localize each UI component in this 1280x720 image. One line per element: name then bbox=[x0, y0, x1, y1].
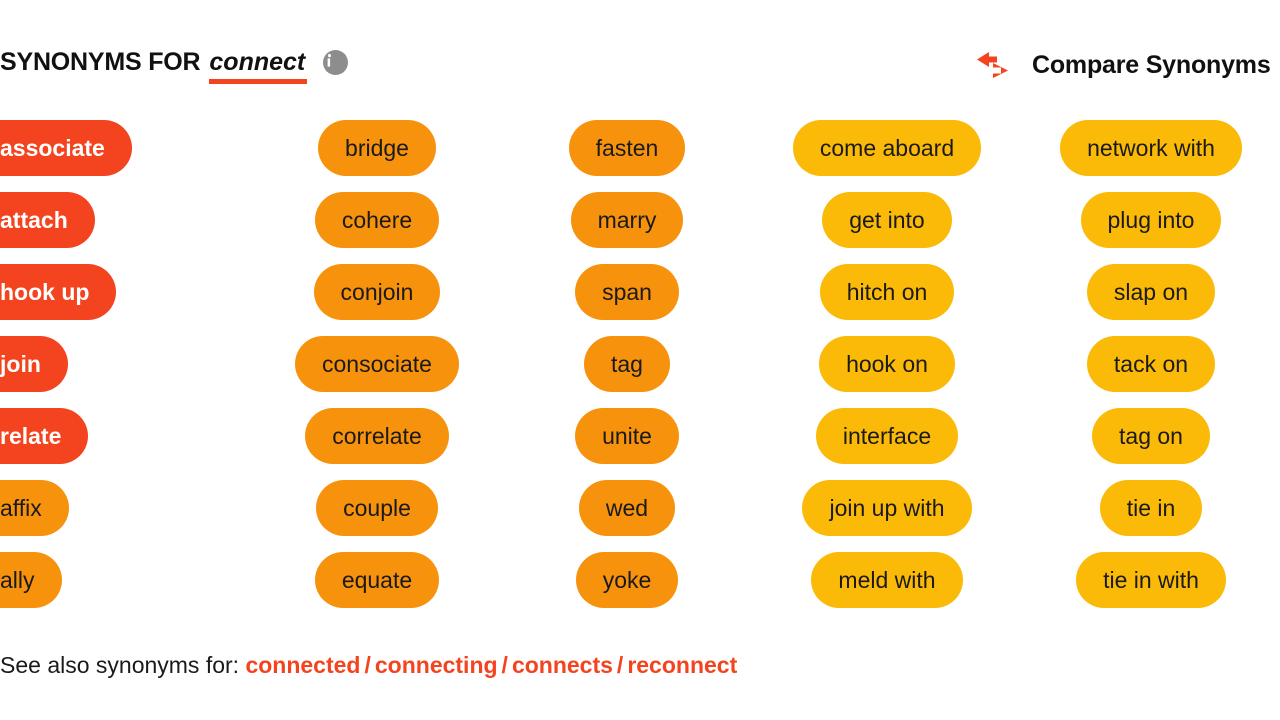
synonym-column-4: come aboard get into hitch on hook on interf… bbox=[752, 120, 1022, 624]
synonym-pill[interactable]: conjoin bbox=[313, 264, 441, 320]
see-also-link[interactable]: reconnect bbox=[627, 652, 737, 678]
synonym-pill[interactable]: consociate bbox=[295, 336, 459, 392]
synonym-pill[interactable]: tack on bbox=[1086, 336, 1216, 392]
synonym-pill[interactable]: equate bbox=[314, 552, 440, 608]
synonym-pill[interactable]: meld with bbox=[811, 552, 963, 608]
synonym-pill[interactable]: join bbox=[0, 336, 68, 392]
synonym-pill[interactable]: hook up bbox=[0, 264, 117, 320]
synonym-pill[interactable]: tag bbox=[584, 336, 670, 392]
synonym-pill[interactable]: hitch on bbox=[819, 264, 955, 320]
synonym-pill[interactable]: plug into bbox=[1080, 192, 1222, 248]
synonym-pill[interactable]: interface bbox=[815, 408, 959, 464]
synonym-pill[interactable]: yoke bbox=[575, 552, 679, 608]
synonym-pill[interactable]: join up with bbox=[802, 480, 972, 536]
synonym-pill[interactable]: tie in bbox=[1099, 480, 1203, 536]
see-also-separator: / bbox=[364, 652, 371, 678]
synonym-pill[interactable]: cohere bbox=[314, 192, 440, 248]
info-icon[interactable] bbox=[323, 50, 349, 75]
synonym-column-1: associate attach hook up join relate affix all… bbox=[0, 120, 252, 624]
page-title: SYNONYMS FOR bbox=[0, 48, 201, 76]
synonym-pill[interactable]: couple bbox=[316, 480, 438, 536]
synonym-pill[interactable]: wed bbox=[578, 480, 676, 536]
headword: connect bbox=[209, 48, 306, 76]
synonyms-header: SYNONYMS FOR connect Compare Synonyms bbox=[0, 48, 1280, 90]
see-also-link[interactable]: connects bbox=[512, 652, 613, 678]
synonym-pill[interactable]: marry bbox=[570, 192, 684, 248]
synonym-pill[interactable]: relate bbox=[0, 408, 89, 464]
synonym-pill[interactable]: fasten bbox=[568, 120, 686, 176]
synonym-pill[interactable]: get into bbox=[822, 192, 952, 248]
see-also-link[interactable]: connecting bbox=[375, 652, 498, 678]
synonym-pill[interactable]: correlate bbox=[305, 408, 449, 464]
see-also-row: See also synonyms for: connected / connect… bbox=[0, 652, 737, 679]
synonym-pill[interactable]: unite bbox=[575, 408, 679, 464]
see-also-link[interactable]: connected bbox=[245, 652, 360, 678]
synonym-pill[interactable]: network with bbox=[1060, 120, 1242, 176]
synonym-pill[interactable]: tag on bbox=[1092, 408, 1210, 464]
compare-synonyms-label: Compare Synonyms bbox=[1032, 50, 1271, 79]
synonym-pill[interactable]: associate bbox=[0, 120, 132, 176]
synonyms-header-left: SYNONYMS FOR connect bbox=[0, 48, 349, 84]
synonyms-page: SYNONYMS FOR connect Compare Synonyms as… bbox=[0, 0, 1280, 720]
synonym-column-2: bridge cohere conjoin consociate correlate co… bbox=[252, 120, 502, 624]
synonyms-grid: associate attach hook up join relate affix all… bbox=[0, 120, 1280, 624]
synonym-pill[interactable]: attach bbox=[0, 192, 95, 248]
headword-underline bbox=[209, 79, 308, 84]
synonym-column-5: network with plug into slap on tack on tag o… bbox=[1022, 120, 1280, 624]
synonym-pill[interactable]: tie in with bbox=[1076, 552, 1226, 608]
synonym-column-3: fasten marry span tag unite wed yoke bbox=[502, 120, 752, 624]
headword-wrapper: connect bbox=[209, 48, 308, 84]
see-also-separator: / bbox=[616, 652, 624, 678]
compare-synonyms-button[interactable]: Compare Synonyms bbox=[972, 48, 1271, 82]
synonym-pill[interactable]: ally bbox=[0, 552, 62, 608]
synonym-pill[interactable]: slap on bbox=[1086, 264, 1216, 320]
synonym-pill[interactable]: hook on bbox=[819, 336, 955, 392]
see-also-label: See also synonyms for: bbox=[0, 652, 240, 678]
see-also-separator: / bbox=[501, 652, 508, 678]
synonym-pill[interactable]: span bbox=[575, 264, 679, 320]
synonym-pill[interactable]: bridge bbox=[318, 120, 436, 176]
synonym-pill[interactable]: come aboard bbox=[792, 120, 982, 176]
synonym-pill[interactable]: affix bbox=[0, 480, 69, 536]
see-also-links: connected / connecting / connects / reconnect bbox=[245, 652, 737, 678]
compare-arrows-icon bbox=[977, 52, 1008, 78]
